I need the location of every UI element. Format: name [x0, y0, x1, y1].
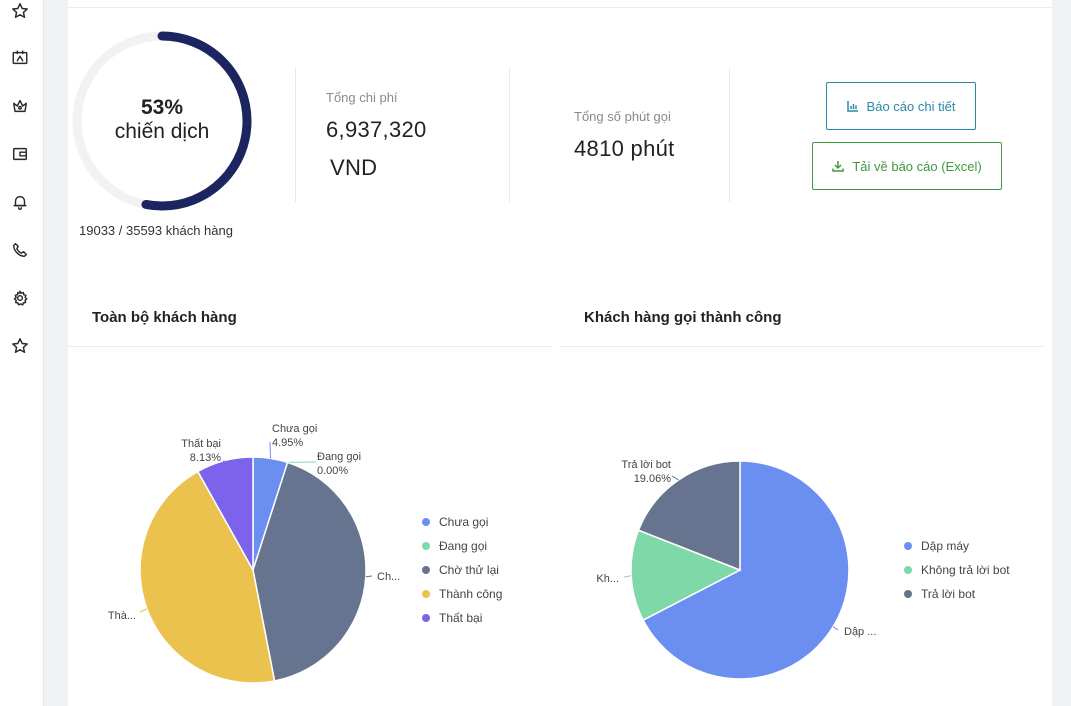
legend-item-that-bai[interactable]: Thất bại — [422, 606, 502, 630]
pie-label-khong-tra-loi-bot: Kh... — [596, 573, 619, 585]
total-cost-value: 6,937,320 — [326, 117, 427, 142]
all-customers-pie-chart: Chưa gọi 4.95%Đang gọi 0.00% Ch... Thà... Thấ… — [108, 423, 400, 684]
settings-icon[interactable] — [9, 287, 31, 309]
divider — [68, 7, 1052, 8]
total-cost-unit: VND — [330, 155, 378, 180]
pie-label-thanh-cong: Thà... — [108, 610, 136, 622]
bell-icon[interactable] — [9, 191, 31, 213]
all-customers-title: Toàn bộ khách hàng — [92, 309, 237, 326]
pie-label-line — [623, 575, 632, 578]
legend-item-dang-goi[interactable]: Đang gọi — [422, 534, 502, 558]
download-excel-button[interactable]: Tải về báo cáo (Excel) — [812, 142, 1002, 190]
wallet-icon[interactable] — [9, 143, 31, 165]
legend-dot — [422, 614, 430, 622]
success-customers-legend: Dập máy Không trả lời bot Trả lời bot — [904, 534, 1010, 606]
detailed-report-label: Báo cáo chi tiết — [866, 98, 956, 114]
legend-label: Không trả lời bot — [921, 563, 1010, 577]
legend-dot — [422, 566, 430, 574]
crown-icon[interactable] — [9, 95, 31, 117]
all-customers-legend: Chưa gọi Đang gọi Chờ thử lại Thành công Thấ… — [422, 510, 502, 630]
legend-dot — [904, 566, 912, 574]
customers-progress-text: 19033 / 35593 khách hàng — [79, 223, 233, 238]
campaign-label: chiến dịch — [114, 120, 210, 143]
pie-label-dap-may: Dập ... — [844, 626, 876, 638]
success-customers-title: Khách hàng gọi thành công — [584, 309, 782, 326]
bar-chart-icon — [846, 101, 858, 112]
campaign-percent: 53% — [140, 96, 184, 119]
divider — [509, 68, 510, 202]
pie-label-that-bai: Thất bại 8.13% — [181, 438, 221, 464]
phone-icon[interactable] — [9, 239, 31, 261]
divider — [68, 346, 552, 347]
pie-label-line — [832, 626, 839, 631]
pie-label-dang-goi: Đang gọi 0.00% — [317, 451, 361, 477]
legend-dot — [904, 542, 912, 550]
divider — [729, 68, 730, 202]
legend-item-khong-tra-loi-bot[interactable]: Không trả lời bot — [904, 558, 1010, 582]
pie-label-line — [269, 441, 272, 459]
detailed-report-button[interactable]: Báo cáo chi tiết — [826, 82, 976, 130]
download-excel-label: Tải về báo cáo (Excel) — [852, 158, 982, 174]
legend-item-tra-loi-bot[interactable]: Trả lời bot — [904, 582, 1010, 606]
contact-card-icon[interactable] — [9, 47, 31, 69]
download-icon — [832, 161, 845, 172]
legend-dot — [422, 542, 430, 550]
legend-item-thanh-cong[interactable]: Thành công — [422, 582, 502, 606]
total-minutes-value: 4810 phút — [574, 136, 675, 161]
legend-dot — [422, 590, 430, 598]
total-cost-label: Tổng chi phí — [326, 90, 398, 105]
pie-label-chua-goi: Chưa gọi 4.95% — [272, 423, 317, 449]
total-minutes-label: Tổng số phút gọi — [574, 109, 671, 124]
success-customers-pie-chart: Dập ... Kh... Trả lời bot 19.06% — [596, 459, 876, 680]
pie-label-line — [671, 475, 679, 481]
legend-dot — [422, 518, 430, 526]
legend-label: Trả lời bot — [921, 587, 976, 601]
divider — [295, 68, 296, 202]
legend-label: Dập máy — [921, 539, 970, 553]
legend-label: Chờ thử lại — [439, 563, 499, 577]
pie-label-line — [139, 608, 148, 613]
pie-label-tra-loi-bot: Trả lời bot 19.06% — [621, 459, 671, 485]
divider — [560, 346, 1044, 347]
legend-label: Thành công — [439, 587, 503, 601]
legend-item-dap-may[interactable]: Dập máy — [904, 534, 1010, 558]
legend-label: Thất bại — [439, 611, 483, 625]
legend-label: Chưa gọi — [439, 515, 489, 529]
legend-label: Đang gọi — [439, 539, 488, 553]
star-icon[interactable] — [9, 335, 31, 357]
pie-label-cho-thu-lai: Ch... — [377, 571, 400, 583]
pie-label-line — [365, 575, 373, 578]
star-icon[interactable] — [9, 0, 31, 22]
legend-dot — [904, 590, 912, 598]
legend-item-chua-goi[interactable]: Chưa gọi — [422, 510, 502, 534]
sidebar — [0, 0, 44, 706]
legend-item-cho-thu-lai[interactable]: Chờ thử lại — [422, 558, 502, 582]
